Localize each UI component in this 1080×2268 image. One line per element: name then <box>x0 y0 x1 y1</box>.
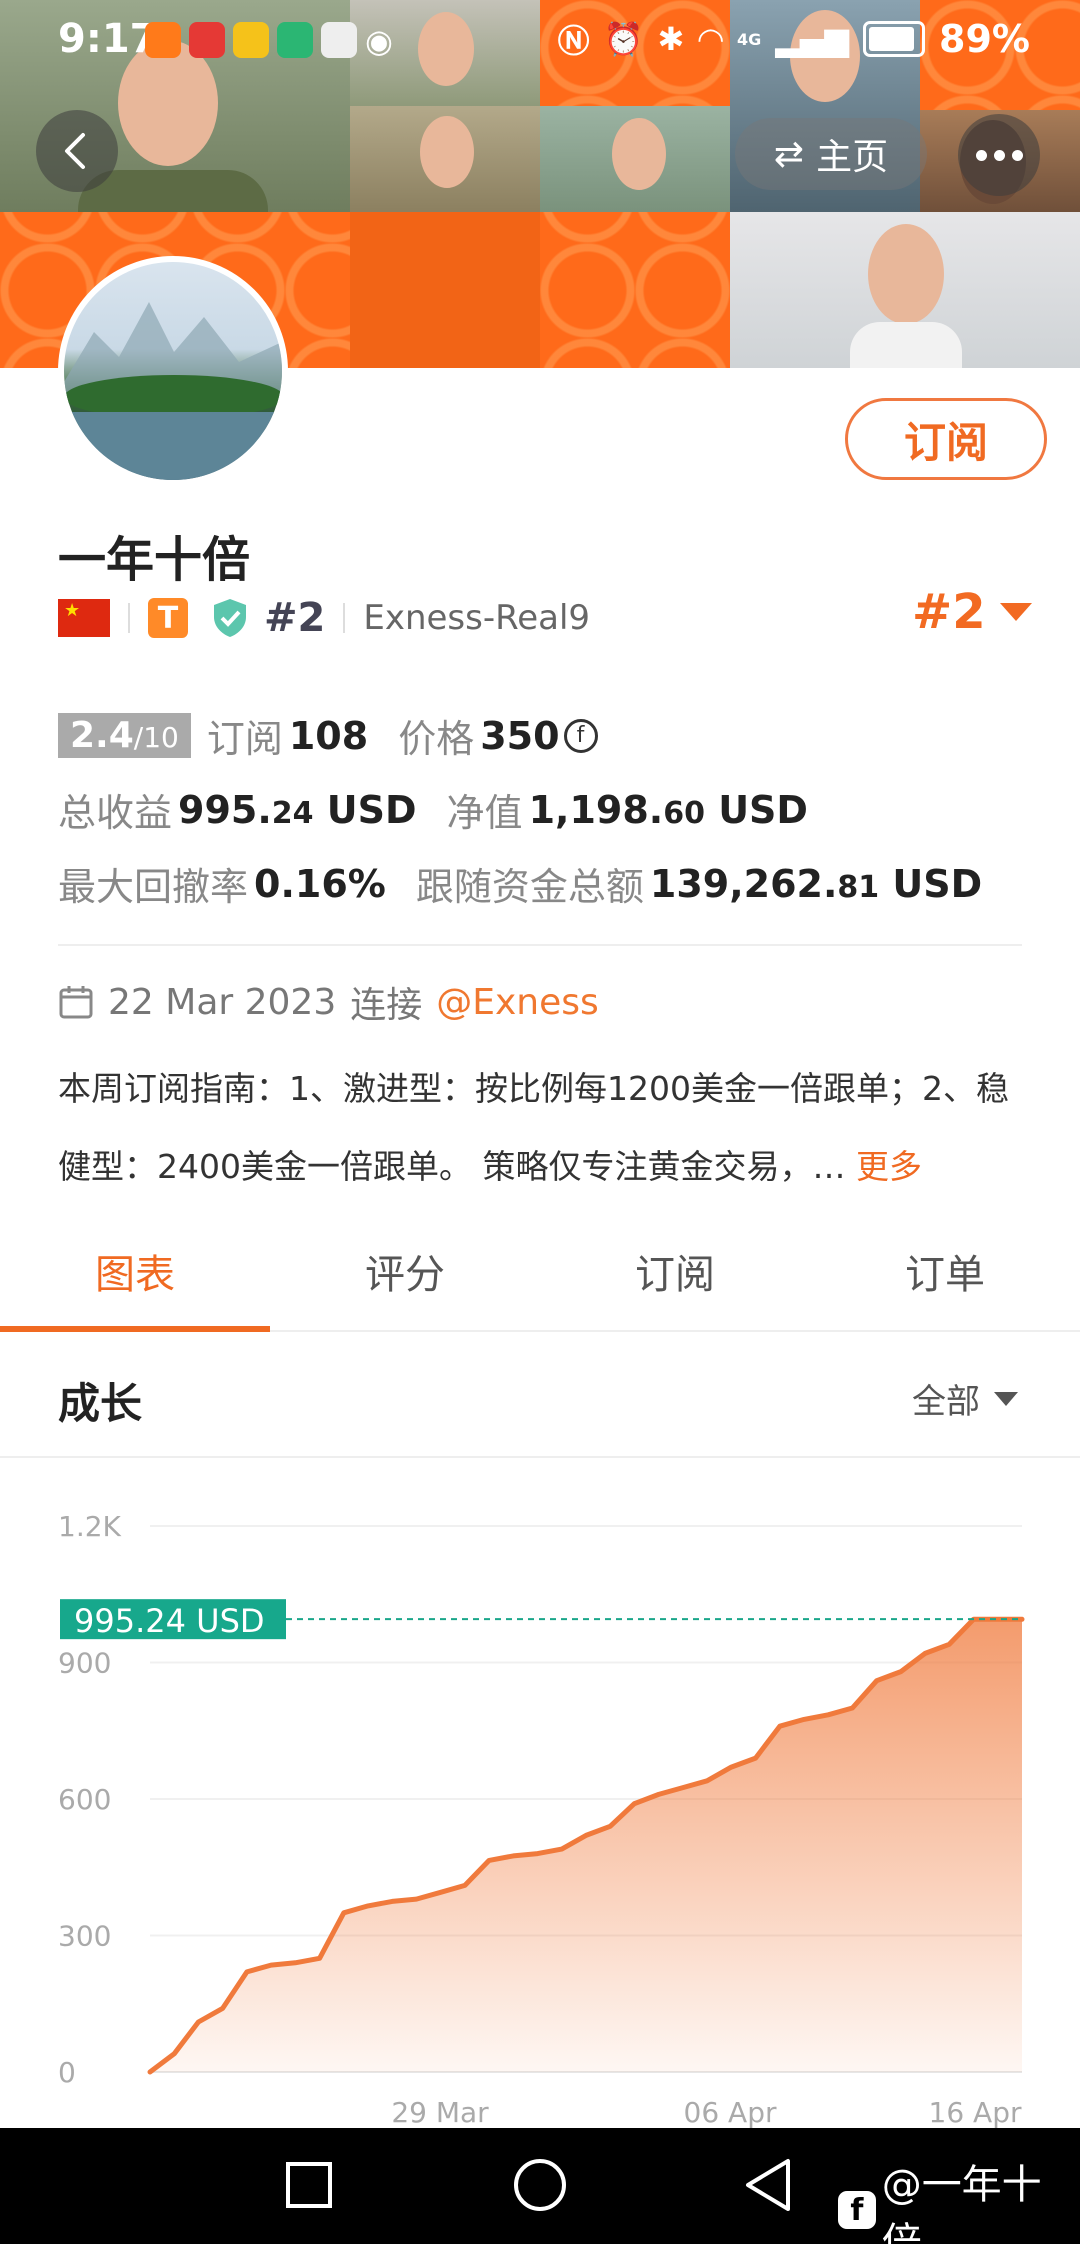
divider <box>58 944 1022 946</box>
range-label: 全部 <box>912 1382 980 1422</box>
banner-photo <box>730 212 1080 368</box>
score-badge: 2.4/10 <box>58 713 191 758</box>
eye-icon: ◉ <box>365 22 393 60</box>
drawdown-label: 最大回撤率 <box>58 865 249 909</box>
tab-orders[interactable]: 订单 <box>810 1230 1080 1330</box>
rank-dropdown[interactable]: #2 <box>912 584 1032 640</box>
x-tick-label: 06 Apr <box>684 2096 777 2128</box>
recents-button[interactable] <box>286 2162 332 2208</box>
strategy-description: 本周订阅指南：1、激进型：按比例每1200美金一倍跟单；2、稳健型：2400美金… <box>58 1050 1038 1206</box>
subscribe-count: 108 <box>288 713 369 758</box>
more-options-button[interactable] <box>958 114 1040 196</box>
calendar-icon <box>59 986 93 1019</box>
battery-icon <box>863 21 926 57</box>
y-tick-label: 0 <box>58 2056 76 2089</box>
growth-chart: 0 300 600 900 1.2K 995.24 USD 29 Mar 06 Apr 16 A… <box>58 1510 1025 2128</box>
home-label: 主页 <box>816 137 889 178</box>
connect-label: 连接 <box>350 985 423 1026</box>
coin-icon: f <box>563 718 598 753</box>
equity-value: 1,198.60 USD <box>528 787 808 832</box>
x-tick-label: 16 Apr <box>929 2096 1022 2128</box>
status-bar: 9:17 ◉ Ⓝ ⏰ ✱ ◠ 4G ▂▄▆ 89% <box>0 0 1080 84</box>
more-dot-icon <box>1011 149 1023 161</box>
chevron-left-icon <box>65 133 85 169</box>
x-tick-label: 29 Mar <box>391 2096 489 2128</box>
status-right: Ⓝ ⏰ ✱ ◠ 4G ▂▄▆ 89% <box>558 16 1030 62</box>
status-time: 9:17 <box>58 16 158 62</box>
divider <box>0 1456 1080 1458</box>
home-switch-button[interactable]: ⇄ 主页 <box>735 118 927 190</box>
reader-app-icon <box>189 22 225 58</box>
network-type: 4G <box>736 29 762 49</box>
divider <box>128 603 130 633</box>
notification-icons: ◉ <box>145 22 393 60</box>
weibo-icon <box>233 22 269 58</box>
media-app-icon <box>277 22 313 58</box>
china-flag-icon: ★ <box>58 599 110 637</box>
facebook-icon: f <box>838 2191 876 2229</box>
caret-down-icon <box>994 1391 1018 1406</box>
divider <box>343 603 346 633</box>
y-tick-label: 600 <box>58 1783 111 1816</box>
server-name: Exness-Real9 <box>363 598 591 638</box>
range-selector[interactable]: 全部 <box>912 1374 1018 1423</box>
alarm-icon: ⏰ <box>603 20 644 58</box>
watermark: f @一年十倍 <box>838 2152 1080 2268</box>
huawei-app-icon <box>321 22 357 58</box>
stats-row-1: 2.4/10 订阅 108 价格 350 f <box>58 708 598 763</box>
back-nav-button[interactable] <box>746 2159 790 2211</box>
broker-link[interactable]: @Exness <box>436 982 599 1023</box>
subscribe-count-label: 订阅 <box>206 717 283 761</box>
current-value-label: 995.24 USD <box>74 1602 265 1640</box>
banner-photo <box>350 106 540 212</box>
tier-badge: T <box>148 598 188 638</box>
tab-chart[interactable]: 图表 <box>0 1230 270 1332</box>
battery-percent: 89% <box>939 17 1030 61</box>
avatar[interactable] <box>58 256 288 486</box>
tab-rating[interactable]: 评分 <box>270 1230 540 1330</box>
home-button[interactable] <box>514 2159 566 2211</box>
trader-name: 一年十倍 <box>58 532 251 588</box>
trader-badges: ★ T #2 Exness-Real9 <box>58 594 590 642</box>
growth-area <box>150 1619 1022 2072</box>
more-dot-icon <box>993 149 1005 161</box>
follow-funds-value: 139,262.81 USD <box>649 861 983 906</box>
tab-subscribe[interactable]: 订阅 <box>540 1230 810 1330</box>
more-link[interactable]: 更多 <box>856 1147 922 1186</box>
back-button[interactable] <box>36 110 118 192</box>
stats-row-2: 总收益 995.24 USD 净值 1,198.60 USD <box>58 782 808 837</box>
stats-row-3: 最大回撤率 0.16% 跟随资金总额 139,262.81 USD <box>58 856 982 911</box>
equity-label: 净值 <box>446 791 523 835</box>
price-label: 价格 <box>398 717 475 761</box>
price-value: 350 <box>480 713 560 758</box>
tab-bar: 图表 评分 订阅 订单 <box>0 1230 1080 1332</box>
watermark-text: @一年十倍 <box>881 2162 1042 2266</box>
connected-since: 22 Mar 2023 连接 @Exness <box>58 976 599 1028</box>
nfc-icon: Ⓝ <box>557 22 590 60</box>
since-date: 22 Mar 2023 <box>108 981 337 1023</box>
wifi-icon: ◠ <box>698 20 723 58</box>
total-profit-value: 995.24 USD <box>178 787 417 832</box>
banner-photo <box>540 106 730 212</box>
landscape-avatar-image <box>64 302 282 480</box>
more-dot-icon <box>975 149 987 161</box>
rank-badge: #2 <box>264 595 326 641</box>
follow-funds-label: 跟随资金总额 <box>415 865 644 909</box>
y-tick-label: 300 <box>58 1920 111 1953</box>
caret-down-icon <box>999 603 1032 621</box>
y-tick-label: 900 <box>58 1647 111 1680</box>
subscribe-button[interactable]: 订阅 <box>845 398 1047 480</box>
rank-value: #2 <box>912 584 986 640</box>
bluetooth-icon: ✱ <box>657 20 685 58</box>
signal-icon: ▂▄▆ <box>775 20 850 58</box>
total-profit-label: 总收益 <box>58 791 173 835</box>
video-app-icon <box>145 22 181 58</box>
drawdown-value: 0.16% <box>254 861 386 906</box>
y-tick-label: 1.2K <box>58 1510 122 1543</box>
switch-icon: ⇄ <box>773 133 805 175</box>
growth-title: 成长 <box>58 1379 143 1428</box>
verified-shield-icon <box>214 599 246 637</box>
